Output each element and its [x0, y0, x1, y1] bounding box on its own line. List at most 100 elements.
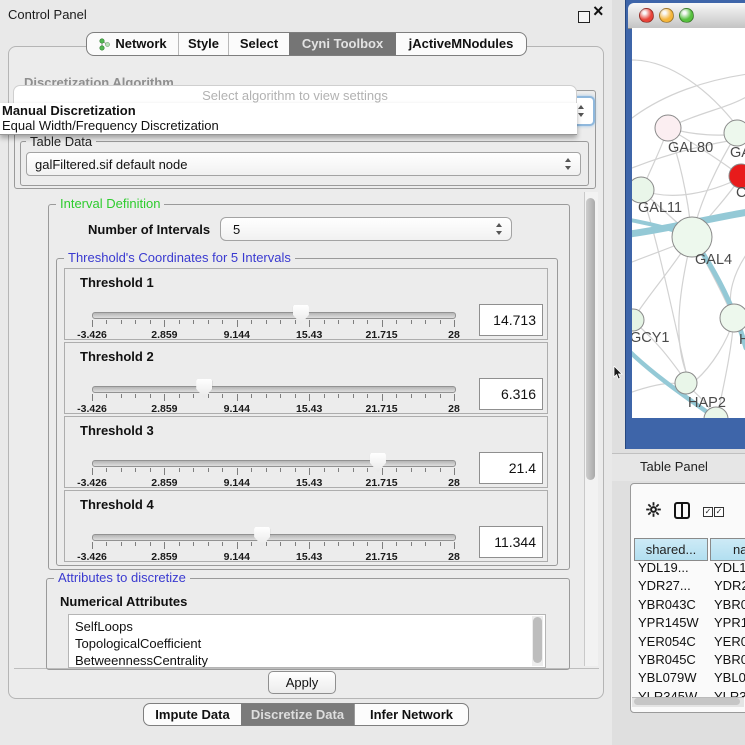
node-label: GA — [730, 145, 745, 161]
cell-shared-name: YBL079W — [638, 670, 697, 685]
scale-label: -3.426 — [77, 329, 107, 341]
cell-shared-name: YER054C — [638, 634, 696, 649]
horizontal-scrollbar-thumb[interactable] — [634, 698, 740, 705]
table-row[interactable]: YER054CYER0 — [634, 634, 745, 652]
table-row[interactable]: YPR145WYPR1 — [634, 615, 745, 633]
table-data-title: Table Data — [26, 135, 96, 148]
network-node-gcy1[interactable] — [632, 309, 644, 331]
slider-track[interactable] — [92, 386, 456, 393]
cell-shared-name: YBR045C — [638, 652, 696, 667]
attributes-list-scrollbar-thumb[interactable] — [533, 617, 542, 663]
minimize-light-icon[interactable] — [659, 8, 674, 23]
threshold-panel-2: Threshold 2-3.4262.8599.14415.4321.71528… — [64, 342, 548, 414]
checkbox-icon[interactable]: ✓ — [714, 507, 724, 517]
dropdown-item-manual-discretization[interactable]: Manual Discretization — [0, 103, 577, 118]
threshold-panel-4: Threshold 4-3.4262.8599.14415.4321.71528… — [64, 490, 548, 562]
scale-label: 9.144 — [224, 551, 250, 563]
scale-label: 2.859 — [151, 551, 177, 563]
combo-spinner-icon[interactable] — [565, 158, 572, 170]
node-label: GCY1 — [632, 330, 670, 346]
panel-title: Control Panel — [8, 7, 87, 22]
table-row[interactable]: YBL079WYBL0 — [634, 670, 745, 688]
scale-label: 28 — [448, 329, 460, 341]
slider-scale-labels: -3.4262.8599.14415.4321.71528 — [92, 551, 454, 563]
algorithm-combobox-hint: Select algorithm to view settings — [13, 85, 577, 104]
bottom-tab-infer-network[interactable]: Infer Network — [354, 704, 468, 725]
dropdown-item-equal-width-frequency-discretization[interactable]: Equal Width/Frequency Discretization — [0, 118, 577, 133]
cell-name: YBR0 — [714, 597, 745, 612]
network-icon — [98, 38, 111, 51]
threshold-label: Threshold 2 — [80, 349, 154, 364]
scale-label: -3.426 — [77, 477, 107, 489]
combo-spinner-icon[interactable] — [496, 223, 503, 235]
numerical-attributes-list[interactable]: SelfLoopsTopologicalCoefficientBetweenne… — [68, 614, 546, 668]
table-row[interactable]: YBR045CYBR0 — [634, 652, 745, 670]
node-label: GAL80 — [668, 140, 713, 156]
slider-track[interactable] — [92, 312, 456, 319]
tab-label: Network — [115, 33, 166, 55]
network-node-gal4[interactable] — [672, 217, 712, 257]
gear-icon[interactable] — [646, 502, 661, 517]
network-edge — [632, 74, 745, 118]
threshold-value-field[interactable]: 14.713 — [479, 304, 543, 336]
threshold-panel-1: Threshold 1-3.4262.8599.14415.4321.71528… — [64, 268, 548, 340]
table-header-name[interactable]: na — [710, 538, 745, 561]
attribute-item[interactable]: TopologicalCoefficient — [69, 635, 545, 652]
tab-network[interactable]: Network — [87, 33, 179, 55]
threshold-value-field[interactable]: 11.344 — [479, 526, 543, 558]
mouse-cursor — [613, 366, 624, 381]
network-node-hap2[interactable] — [675, 372, 697, 394]
table-row[interactable]: YDL19...YDL1 — [634, 560, 745, 578]
table-row[interactable]: YBR043CYBR0 — [634, 597, 745, 615]
slider-track[interactable] — [92, 460, 456, 467]
vertical-scrollbar-thumb[interactable] — [586, 198, 595, 480]
tab-select[interactable]: Select — [229, 33, 289, 55]
table-panel-title: Table Panel — [640, 459, 708, 474]
float-window-icon[interactable] — [578, 11, 590, 23]
tab-jactivemnodules[interactable]: jActiveMNodules — [396, 33, 526, 55]
table-row[interactable]: YLR345WYLR3 — [634, 689, 745, 697]
node-label: GAL4 — [695, 252, 732, 268]
tab-cyni-toolbox[interactable]: Cyni Toolbox — [289, 33, 396, 55]
tab-label: Style — [188, 33, 219, 55]
table-header-shared[interactable]: shared... — [634, 538, 708, 561]
tab-label: jActiveMNodules — [409, 33, 514, 55]
top-tab-bar: Network Style SelectCyni Toolbox jActiveMNo… — [86, 32, 527, 56]
column-split-icon[interactable] — [674, 502, 690, 519]
apply-button[interactable]: Apply — [268, 671, 336, 694]
cell-name: YDL1 — [714, 560, 745, 575]
number-of-intervals-label: Number of Intervals — [88, 222, 210, 237]
zoom-light-icon[interactable] — [679, 8, 694, 23]
scale-label: 21.715 — [366, 477, 398, 489]
threshold-value-field[interactable]: 21.4 — [479, 452, 543, 484]
slider-ticks — [92, 542, 454, 550]
attribute-item[interactable]: BetweennessCentrality — [69, 652, 545, 668]
scale-label: 21.715 — [366, 551, 398, 563]
scale-label: 2.859 — [151, 403, 177, 415]
attribute-item[interactable]: SelfLoops — [69, 618, 545, 635]
network-node-h[interactable] — [720, 304, 745, 332]
table-row[interactable]: YDR27...YDR2 — [634, 578, 745, 596]
tab-style[interactable]: Style — [179, 33, 229, 55]
table-data-combobox[interactable]: galFiltered.sif default node — [26, 152, 581, 176]
algorithm-dropdown-list: Manual DiscretizationEqual Width/Frequen… — [0, 103, 577, 135]
number-of-intervals-combobox[interactable]: 5 — [220, 217, 512, 241]
slider-ticks — [92, 320, 454, 328]
thresholds-group-title: Threshold's Coordinates for 5 Intervals — [64, 251, 295, 264]
scale-label: -3.426 — [77, 403, 107, 415]
threshold-value-field[interactable]: 6.316 — [479, 378, 543, 410]
table-rows: YDL19...YDL1YDR27...YDR2YBR043CYBR0YPR14… — [634, 560, 745, 697]
checkbox-icon[interactable]: ✓ — [703, 507, 713, 517]
slider-track[interactable] — [92, 534, 456, 541]
bottom-tab-discretize-data[interactable]: Discretize Data — [241, 704, 354, 725]
close-light-icon[interactable] — [639, 8, 654, 23]
network-node-ga[interactable] — [724, 120, 745, 146]
combo-spinner-icon[interactable] — [578, 105, 585, 117]
table-data-combobox-value: galFiltered.sif default node — [35, 157, 187, 172]
network-graph[interactable]: GAL80GACGAL11GAL4GCY1HHAP2 — [632, 28, 745, 418]
scale-label: 28 — [448, 403, 460, 415]
close-icon[interactable]: × — [593, 2, 604, 20]
network-node-gal80[interactable] — [655, 115, 681, 141]
bottom-tab-impute-data[interactable]: Impute Data — [144, 704, 241, 725]
node-label: GAL11 — [638, 200, 682, 216]
